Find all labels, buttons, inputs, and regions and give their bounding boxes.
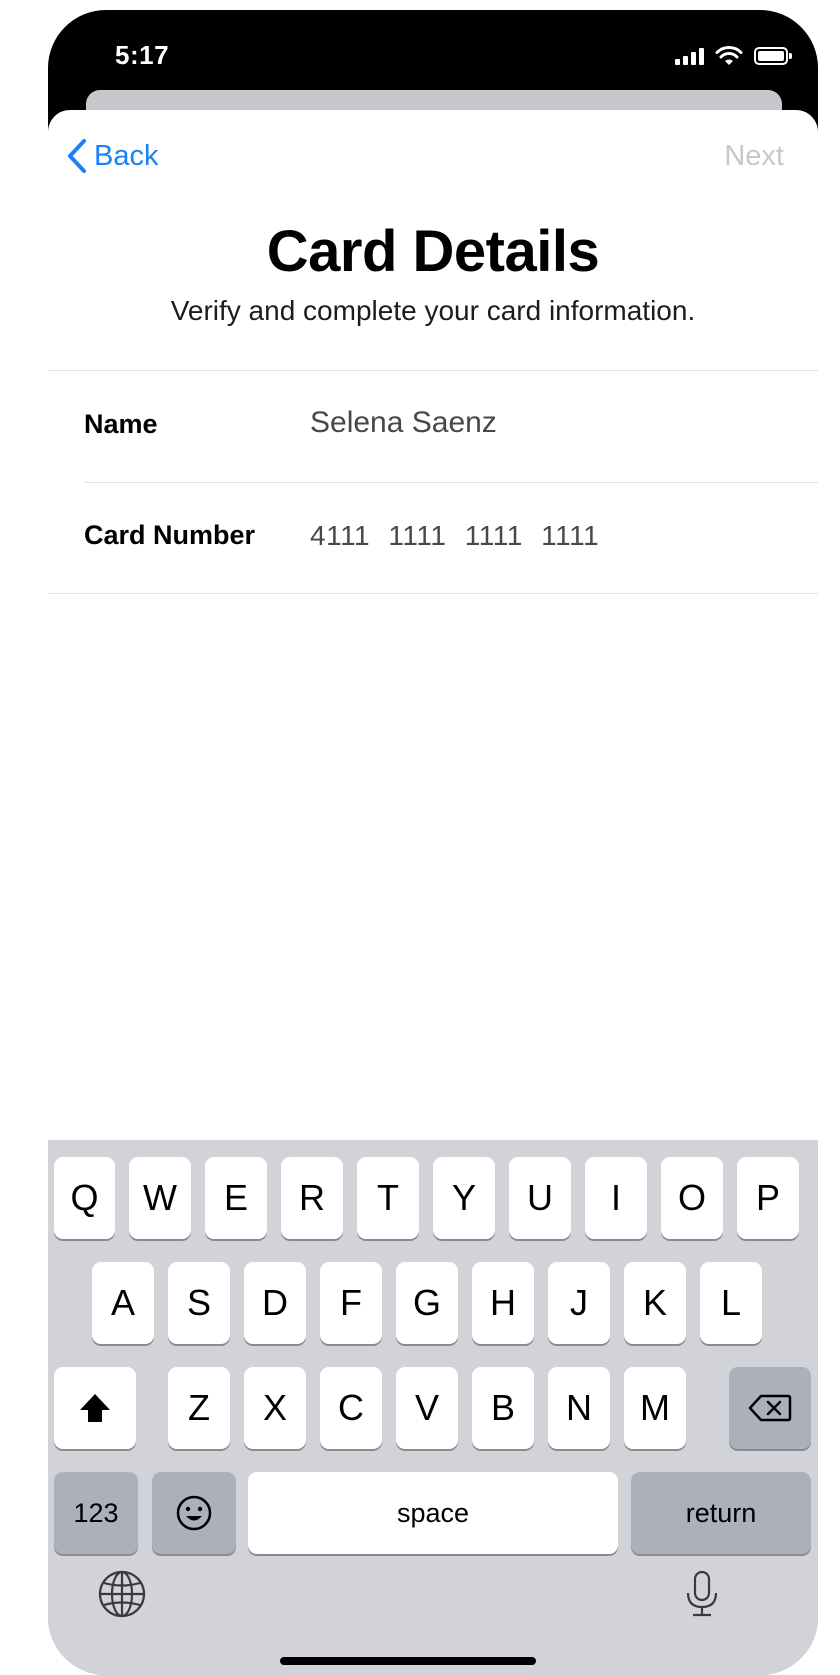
back-button[interactable]: Back [66,138,158,174]
key-m[interactable]: M [624,1367,686,1449]
key-w[interactable]: W [129,1157,191,1239]
space-key[interactable]: space [248,1472,618,1554]
card-number-label: Card Number [84,520,256,550]
key-t[interactable]: T [357,1157,419,1239]
globe-icon [98,1570,146,1618]
key-o[interactable]: O [661,1157,723,1239]
next-button[interactable]: Next [724,140,784,173]
globe-button[interactable] [96,1568,148,1620]
home-indicator[interactable] [280,1657,536,1665]
card-number-field[interactable]: 4111 1111 1111 1111 [310,520,800,552]
emoji-key[interactable] [152,1472,236,1554]
keyboard: Q W E R T Y U I O P A S D F G H J K L Z [48,1140,818,1675]
wifi-icon [715,46,743,65]
key-c[interactable]: C [320,1367,382,1449]
key-q[interactable]: Q [54,1157,115,1239]
phone-frame: 5:17 Back Next Card Details Verify and c… [48,10,818,1675]
key-x[interactable]: X [244,1367,306,1449]
name-field[interactable] [310,406,800,440]
card-number-row: Card Number 4111 1111 1111 1111 [48,482,818,593]
battery-icon [754,47,792,65]
key-r[interactable]: R [281,1157,343,1239]
back-label: Back [94,139,159,172]
key-n[interactable]: N [548,1367,610,1449]
shift-icon [80,1394,110,1422]
key-b[interactable]: B [472,1367,534,1449]
numbers-key[interactable]: 123 [54,1472,138,1554]
key-h[interactable]: H [472,1262,534,1344]
key-v[interactable]: V [396,1367,458,1449]
key-p[interactable]: P [737,1157,799,1239]
key-k[interactable]: K [624,1262,686,1344]
microphone-button[interactable] [676,1568,728,1620]
key-j[interactable]: J [548,1262,610,1344]
page-subtitle: Verify and complete your card informatio… [170,295,696,326]
status-icons [675,44,792,68]
microphone-icon [686,1570,718,1617]
name-label: Name [84,409,158,439]
key-y[interactable]: Y [433,1157,495,1239]
card-details-sheet: Back Next Card Details Verify and comple… [48,110,818,1675]
cellular-signal-icon [675,47,704,65]
card-form: Name Card Number 4111 1111 1111 1111 [48,370,818,594]
key-g[interactable]: G [396,1262,458,1344]
key-l[interactable]: L [700,1262,762,1344]
name-row: Name [48,371,818,482]
shift-key[interactable] [54,1367,136,1449]
return-key[interactable]: return [631,1472,811,1554]
key-e[interactable]: E [205,1157,267,1239]
key-z[interactable]: Z [168,1367,230,1449]
key-f[interactable]: F [320,1262,382,1344]
key-s[interactable]: S [168,1262,230,1344]
backspace-icon [748,1394,792,1422]
key-u[interactable]: U [509,1157,571,1239]
page-title: Card Details [266,219,600,284]
status-time: 5:17 [115,40,170,70]
emoji-icon [176,1495,212,1531]
key-a[interactable]: A [92,1262,154,1344]
key-i[interactable]: I [585,1157,647,1239]
backspace-key[interactable] [729,1367,811,1449]
chevron-left-icon [68,139,86,173]
key-d[interactable]: D [244,1262,306,1344]
